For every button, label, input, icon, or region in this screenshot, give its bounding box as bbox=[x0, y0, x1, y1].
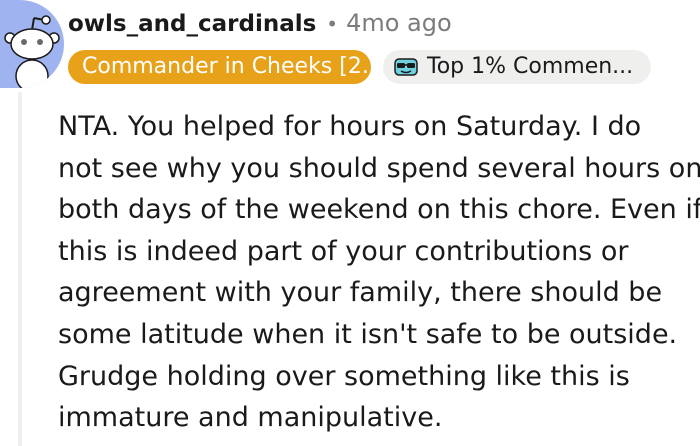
top-commenter-label: Top 1% Commen... bbox=[427, 54, 634, 79]
comment-body-line: immature and manipulative. bbox=[58, 402, 443, 434]
comment-body: NTA. You helped for hours on Saturday. I… bbox=[58, 106, 700, 439]
comment-body-line: not see why you should spend several hou… bbox=[58, 152, 700, 184]
comment-body-line: Grudge holding over something like this … bbox=[58, 360, 630, 392]
username-link[interactable]: owls_and_cardinals bbox=[68, 11, 316, 37]
snoo-avatar-icon[interactable] bbox=[0, 0, 64, 88]
comment-body-line: this is indeed part of your contribution… bbox=[58, 235, 629, 267]
top-commenter-badge[interactable]: Top 1% Commen... bbox=[383, 50, 651, 84]
thread-line[interactable] bbox=[18, 92, 22, 446]
comment-header: owls_and_cardinals • 4mo ago bbox=[68, 9, 452, 45]
comment-body-line: agreement with your family, there should… bbox=[58, 277, 663, 309]
comment-body-line: both days of the weekend on this chore. … bbox=[58, 194, 700, 226]
timestamp[interactable]: 4mo ago bbox=[346, 9, 452, 37]
comment: owls_and_cardinals • 4mo ago Commander i… bbox=[0, 0, 700, 446]
sunglasses-badge-icon bbox=[394, 58, 418, 76]
flair-row: Commander in Cheeks [2... Top 1% Commen.… bbox=[68, 50, 651, 84]
comment-body-line: some latitude when it isn't safe to be o… bbox=[58, 318, 678, 350]
separator-dot: • bbox=[326, 12, 339, 36]
user-flair-badge: Commander in Cheeks [2... bbox=[68, 50, 371, 84]
comment-body-line: NTA. You helped for hours on Saturday. I… bbox=[58, 111, 642, 142]
